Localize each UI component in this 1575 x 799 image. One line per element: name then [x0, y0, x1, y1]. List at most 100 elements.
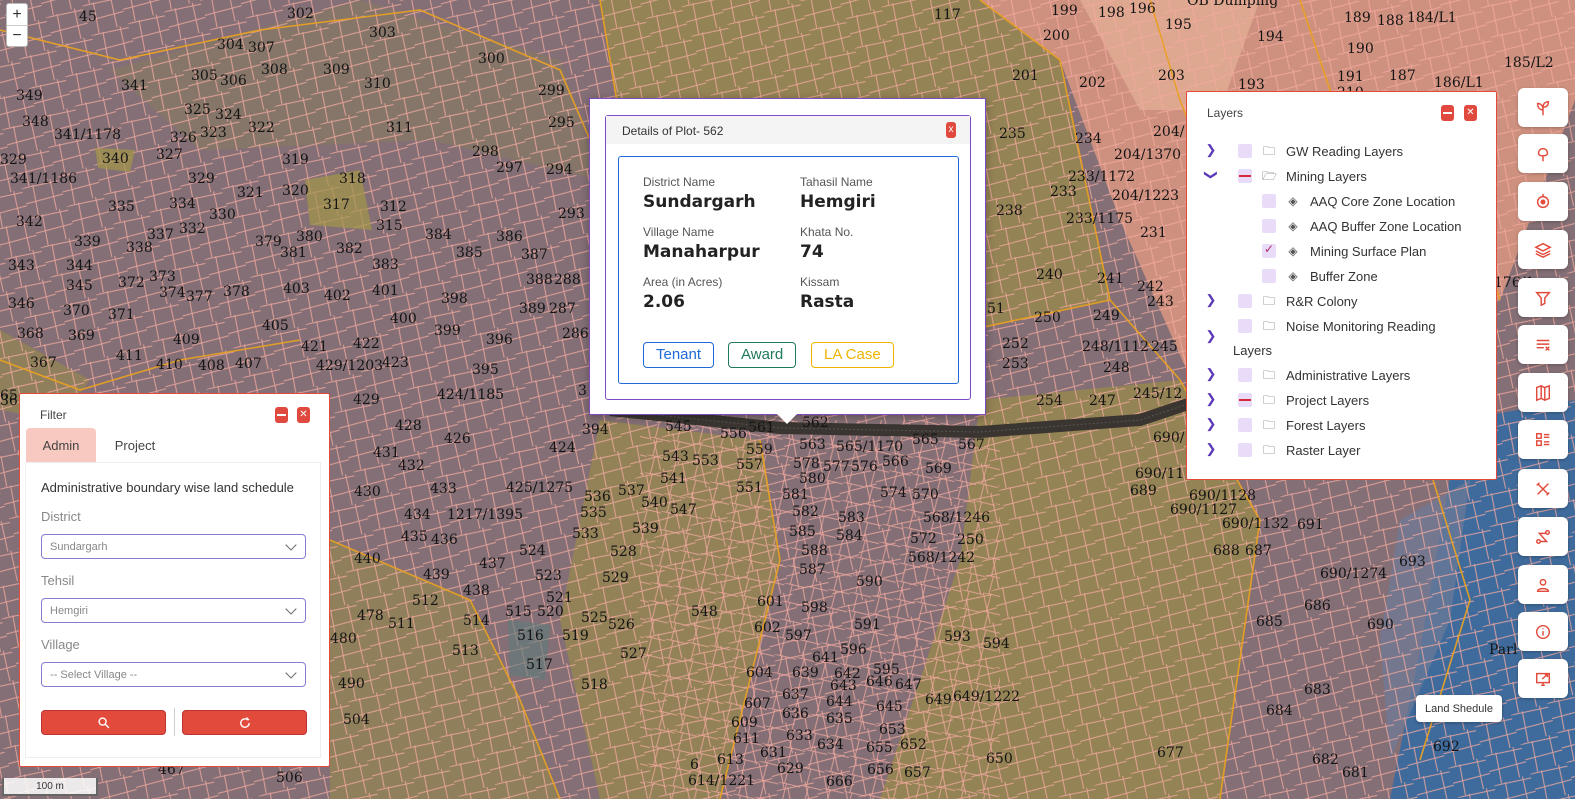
layer-label-buffer-zone[interactable]: Buffer Zone	[1310, 269, 1378, 284]
layer-label-project[interactable]: Project Layers	[1286, 393, 1369, 408]
close-popup-button[interactable]: x	[946, 122, 956, 138]
layer-checkbox-mining[interactable]	[1238, 169, 1252, 183]
location-target-icon[interactable]	[1518, 182, 1568, 221]
layer-checkbox-aaq-core[interactable]	[1262, 194, 1276, 208]
tenant-button[interactable]: Tenant	[643, 342, 715, 368]
plot-number-label: 408	[198, 358, 225, 374]
zoom-in-button[interactable]: +	[7, 4, 27, 25]
search-button[interactable]	[41, 710, 166, 735]
layer-label-gw[interactable]: GW Reading Layers	[1286, 144, 1403, 159]
chevron-down-icon[interactable]: ❯	[1203, 169, 1219, 181]
plot-number-label: 233	[1050, 184, 1077, 200]
chevron-right-icon[interactable]: ❯	[1205, 142, 1217, 158]
la-case-button[interactable]: LA Case	[811, 342, 894, 368]
layer-label-mining-surface[interactable]: Mining Surface Plan	[1310, 244, 1426, 259]
award-button[interactable]: Award	[728, 342, 797, 368]
plot-number-label: 384	[425, 227, 452, 243]
export-screen-icon[interactable]	[1518, 659, 1568, 698]
person-pin-icon[interactable]	[1518, 565, 1568, 604]
chevron-right-icon[interactable]: ❯	[1205, 328, 1217, 344]
plot-number-label: 543	[662, 449, 689, 465]
plot-number-label: 51	[987, 301, 1005, 317]
plot-number-label: 242	[1137, 279, 1164, 295]
plot-number-label: 691	[1297, 517, 1324, 533]
layer-checkbox-mining-surface[interactable]	[1262, 242, 1276, 258]
folder-icon: 🗀	[1262, 294, 1275, 308]
village-select[interactable]: -- Select Village --	[41, 662, 306, 687]
plot-number-label: Parl	[1489, 642, 1518, 658]
layer-checkbox-raster[interactable]	[1238, 443, 1252, 457]
chevron-right-icon[interactable]: ❯	[1205, 391, 1217, 407]
plot-number-label: 613	[717, 752, 744, 768]
layer-checkbox-forest[interactable]	[1238, 418, 1252, 432]
plot-number-label: 690/11	[1135, 466, 1185, 482]
chevron-right-icon[interactable]: ❯	[1205, 366, 1217, 382]
layer-label-aaq-buffer[interactable]: AAQ Buffer Zone Location	[1310, 219, 1462, 234]
plot-number-label: 578	[793, 456, 820, 472]
ruler-cross-icon[interactable]	[1518, 469, 1568, 508]
plot-number-label: 396	[486, 332, 513, 348]
layer-checkbox-noise[interactable]	[1238, 319, 1252, 333]
map-edit-icon[interactable]	[1518, 373, 1568, 412]
layer-checkbox-project[interactable]	[1238, 393, 1252, 407]
sprout-icon[interactable]	[1518, 88, 1568, 127]
close-filter-button[interactable]: ✕	[297, 407, 310, 423]
plot-number-label: 690	[1367, 617, 1394, 633]
info-icon[interactable]	[1518, 612, 1568, 651]
plot-number-label: 204/1370	[1114, 147, 1182, 163]
minimize-filter-button[interactable]	[275, 407, 288, 423]
filter-icon[interactable]	[1518, 278, 1568, 317]
plot-number-label: 563	[799, 437, 826, 453]
list-view-icon[interactable]	[1518, 420, 1568, 459]
layer-label-aaq-core[interactable]: AAQ Core Zone Location	[1310, 194, 1455, 209]
layer-label-admin[interactable]: Administrative Layers	[1286, 368, 1410, 383]
layer-checkbox-gw[interactable]	[1238, 144, 1252, 158]
minimize-layers-button[interactable]	[1441, 105, 1454, 121]
reset-button[interactable]	[182, 710, 307, 735]
chevron-right-icon[interactable]: ❯	[1205, 416, 1217, 432]
district-select[interactable]: Sundargarh	[41, 534, 306, 559]
tab-admin[interactable]: Admin	[26, 428, 96, 462]
tab-project[interactable]: Project	[100, 428, 170, 462]
plot-number-label: 580	[799, 471, 826, 487]
layer-checkbox-admin[interactable]	[1238, 368, 1252, 382]
plot-number-label: 345	[66, 278, 93, 294]
layer-checkbox-buffer-zone[interactable]	[1262, 269, 1276, 283]
plot-number-label: 553	[692, 453, 719, 469]
chevron-right-icon[interactable]: ❯	[1205, 441, 1217, 457]
plot-number-label: 199	[1051, 3, 1078, 19]
area-label: Area (in Acres)	[643, 275, 723, 289]
plot-number-label: 527	[620, 646, 647, 662]
scale-bar: 100 m	[2, 778, 98, 796]
plot-number-label: 582	[792, 504, 819, 520]
tehsil-select[interactable]: Hemgiri	[41, 598, 306, 623]
plot-number-label: 629	[777, 761, 804, 777]
layer-checkbox-rr[interactable]	[1238, 294, 1252, 308]
layer-label-mining[interactable]: Mining Layers	[1286, 169, 1367, 184]
close-layers-button[interactable]: ✕	[1464, 105, 1477, 121]
layers-icon[interactable]	[1518, 230, 1568, 269]
zoom-out-button[interactable]: −	[7, 25, 27, 46]
plot-number-label: 341	[121, 78, 148, 94]
land-schedule-button[interactable]: Land Shedule	[1416, 695, 1502, 722]
plot-details-header: Details of Plot- 562 x	[606, 116, 970, 144]
layer-label-raster[interactable]: Raster Layer	[1286, 443, 1360, 458]
layer-label-forest[interactable]: Forest Layers	[1286, 418, 1365, 433]
route-icon[interactable]	[1518, 517, 1568, 556]
plot-number-label: 400	[390, 311, 417, 327]
plot-number-label: 581	[782, 487, 809, 503]
plot-number-label: 684	[1266, 703, 1293, 719]
plot-number-label: 388	[526, 272, 553, 288]
list-clear-icon[interactable]	[1518, 325, 1568, 364]
chevron-right-icon[interactable]: ❯	[1205, 292, 1217, 308]
plot-number-label: 198	[1098, 5, 1125, 21]
plot-number-label: 346	[8, 296, 35, 312]
layer-checkbox-aaq-buffer[interactable]	[1262, 219, 1276, 233]
plot-number-label: 320	[282, 183, 309, 199]
plot-number-label: 683	[1304, 682, 1331, 698]
layer-label-rr[interactable]: R&R Colony	[1286, 294, 1358, 309]
layer-label-noise[interactable]: Noise Monitoring Reading	[1286, 319, 1436, 334]
plot-number-label: 411	[116, 348, 143, 364]
map-pin-icon[interactable]	[1518, 134, 1568, 173]
plot-number-label: 647	[895, 677, 922, 693]
